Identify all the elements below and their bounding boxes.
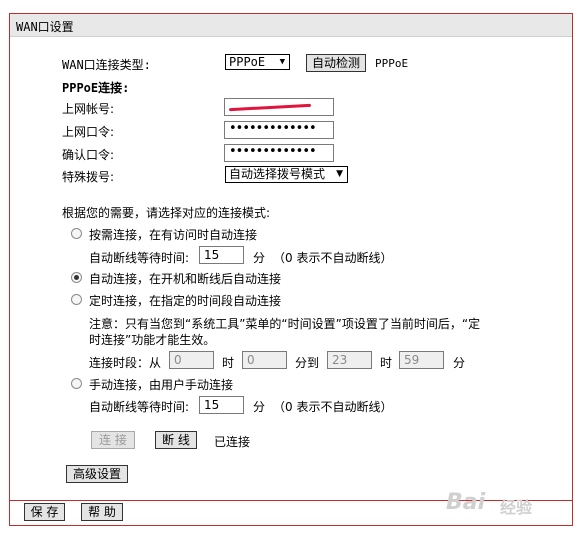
chevron-down-icon: ▼ (336, 169, 343, 179)
timed-connect-label: 定时连接，在指定的时间段自动连接 (89, 294, 282, 308)
idle-time-label: 自动断线等待时间: (89, 251, 190, 265)
password-label: 上网口令: (62, 125, 115, 139)
special-dial-select[interactable]: 自动选择拨号模式 ▼ (225, 166, 348, 183)
idle-time-unit: 分 (253, 251, 266, 265)
panel-titlebar: WAN口设置 (10, 14, 572, 37)
confirm-password-input[interactable]: ••••••••••••• (224, 144, 334, 162)
manual-idle-input[interactable]: 15 (199, 396, 244, 414)
special-dial-selected: 自动选择拨号模式 (229, 167, 326, 181)
wan-type-label: WAN口连接类型: (62, 58, 151, 72)
account-input[interactable] (224, 98, 334, 116)
auto-connect-radio[interactable] (71, 272, 82, 283)
on-demand-radio[interactable] (71, 228, 82, 239)
from-minute-input[interactable]: 0 (242, 351, 287, 369)
timed-note-line1: 注意：只有当您到“系统工具”菜单的“时间设置”项设置了当前时间后，“定 (89, 317, 481, 331)
connect-button[interactable]: 连 接 (91, 431, 135, 449)
confirm-password-label: 确认口令: (62, 148, 115, 162)
manual-connect-radio[interactable] (71, 378, 82, 389)
manual-connect-label: 手动连接，由用户手动连接 (89, 378, 234, 392)
panel-title: WAN口设置 (16, 20, 74, 34)
disconnect-button[interactable]: 断 线 (155, 431, 197, 449)
auto-connect-label: 自动连接，在开机和断线后自动连接 (89, 272, 282, 286)
to-minute-input[interactable]: 59 (399, 351, 444, 369)
redaction-mark (228, 103, 312, 112)
pppoe-heading: PPPoE连接: (62, 81, 130, 95)
mode-intro: 根据您的需要，请选择对应的连接模式: (62, 206, 271, 220)
timed-note-line2: 时连接”功能才能生效。 (89, 333, 216, 347)
to-minute-unit: 分 (453, 356, 466, 370)
period-label: 连接时段：从 (89, 356, 162, 370)
to-hour-input[interactable]: 23 (327, 351, 372, 369)
account-label: 上网帐号: (62, 102, 115, 116)
wan-type-selected: PPPoE (229, 55, 266, 69)
to-hour-unit: 时 (380, 356, 393, 370)
manual-idle-label: 自动断线等待时间: (89, 400, 190, 414)
password-input[interactable]: ••••••••••••• (224, 121, 334, 139)
wan-settings-panel: WAN口设置 WAN口连接类型: PPPoE ▼ 自动检测 PPPoE PPPo… (9, 13, 573, 526)
special-dial-label: 特殊拨号: (62, 170, 115, 184)
from-hour-unit: 时 (222, 356, 235, 370)
connection-status: 已连接 (214, 435, 251, 449)
footer-divider (10, 500, 572, 501)
watermark-logo: Bai (446, 490, 486, 515)
to-label: 分到 (295, 356, 320, 370)
watermark-sub: 经验 (500, 498, 533, 517)
from-hour-input[interactable]: 0 (169, 351, 214, 369)
detected-type: PPPoE (375, 57, 409, 70)
idle-time-hint: （0 表示不自动断线） (273, 251, 393, 265)
idle-time-input[interactable]: 15 (199, 246, 244, 264)
auto-detect-button[interactable]: 自动检测 (306, 54, 366, 72)
manual-idle-unit: 分 (253, 400, 266, 414)
timed-connect-radio[interactable] (71, 294, 82, 305)
save-button[interactable]: 保 存 (24, 503, 65, 521)
wan-type-select[interactable]: PPPoE ▼ (225, 54, 290, 70)
chevron-down-icon: ▼ (279, 57, 285, 67)
manual-idle-hint: （0 表示不自动断线） (273, 400, 393, 414)
help-button[interactable]: 帮 助 (81, 503, 123, 521)
advanced-settings-button[interactable]: 高级设置 (66, 465, 128, 483)
on-demand-label: 按需连接，在有访问时自动连接 (89, 228, 258, 242)
